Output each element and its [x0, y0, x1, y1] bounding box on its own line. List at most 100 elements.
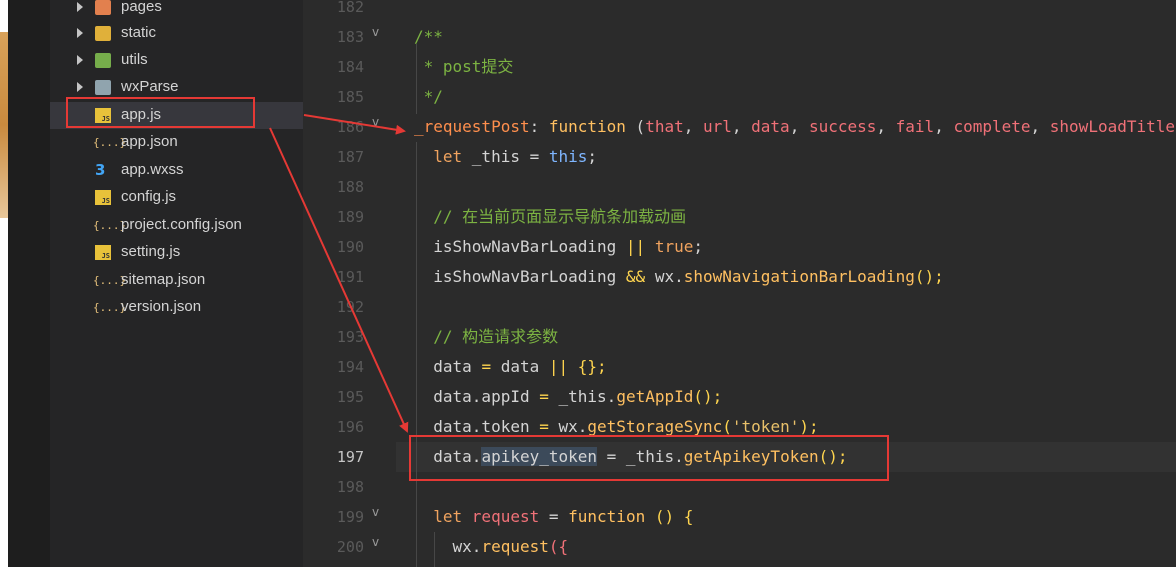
code-token: let — [414, 147, 472, 166]
code-line: data.appId = _this.getAppId(); — [414, 382, 722, 412]
tree-item-config-js[interactable]: JS config.js — [50, 184, 303, 211]
tree-item-label: static — [121, 24, 157, 41]
line-number: 190 — [336, 238, 364, 256]
tree-item-version-json[interactable]: {...} version.json — [50, 294, 303, 321]
code-line: isShowNavBarLoading && wx.showNavigation… — [414, 262, 944, 292]
tree-item-project-config-json[interactable]: {...} project.config.json — [50, 212, 303, 239]
code-token: data — [751, 117, 790, 136]
activity-bar — [8, 0, 50, 567]
fold-chevron-icon[interactable]: v — [372, 505, 379, 519]
code-token: : — [529, 117, 549, 136]
tree-item-label: pages — [121, 0, 162, 15]
line-number: 184 — [336, 58, 364, 76]
code-line: wx.request({ — [414, 532, 569, 562]
code-token: that — [645, 117, 684, 136]
line-number: 188 — [336, 178, 364, 196]
fold-chevron-icon[interactable]: v — [372, 25, 379, 39]
tree-item-sitemap-json[interactable]: {...} sitemap.json — [50, 267, 303, 294]
code-token: success — [808, 117, 877, 136]
tree-item-label: config.js — [121, 188, 177, 205]
json-file-icon: {...} — [93, 301, 127, 314]
js-file-icon: JS — [95, 190, 111, 205]
code-editor[interactable]: /** * post提交 */ _requestPost: function (… — [396, 0, 1176, 567]
code-line: // 在当前页面显示导航条加载动画 — [414, 207, 687, 226]
tree-item-app-json[interactable]: {...} app.json — [50, 129, 303, 156]
tree-item-static[interactable]: static — [50, 20, 303, 47]
code-token: = — [539, 387, 549, 406]
code-token: = — [539, 507, 569, 526]
tree-item-setting-js[interactable]: JS setting.js — [50, 239, 303, 266]
code-token: ( — [625, 117, 646, 136]
tree-item-pages[interactable]: pages — [50, 0, 303, 21]
chevron-right-icon[interactable] — [77, 28, 83, 38]
line-number: 183 — [336, 28, 364, 46]
code-line: isShowNavBarLoading || true; — [414, 232, 703, 262]
json-file-icon: {...} — [93, 274, 127, 287]
code-token: && — [625, 267, 646, 286]
folder-utils-icon — [95, 53, 111, 68]
code-token: , — [1030, 117, 1050, 136]
line-number: 185 — [336, 88, 364, 106]
code-line: // 构造请求参数 — [414, 327, 559, 346]
code-token: showLoadTitle — [1049, 117, 1176, 136]
code-token: fail — [895, 117, 935, 136]
folder-icon — [95, 80, 111, 95]
tree-item-utils[interactable]: utils — [50, 47, 303, 74]
json-file-icon: {...} — [93, 219, 127, 232]
code-token: let — [414, 507, 472, 526]
line-number: 196 — [336, 418, 364, 436]
code-line: /** — [414, 27, 443, 46]
fold-chevron-icon[interactable]: v — [372, 115, 379, 129]
background-window-edge — [0, 0, 8, 567]
code-token: () { — [645, 507, 694, 526]
code-token: , — [876, 117, 896, 136]
code-token: (); — [693, 387, 723, 406]
chevron-right-icon[interactable] — [77, 55, 83, 65]
annotation-box-app-js — [66, 97, 255, 128]
code-token: , — [683, 117, 703, 136]
fold-chevron-icon[interactable]: v — [372, 535, 379, 549]
code-token: ({ — [548, 537, 569, 556]
tree-item-label: utils — [121, 51, 148, 68]
code-token: isShowNavBarLoading — [414, 267, 626, 286]
code-token: {}; — [568, 357, 607, 376]
annotation-box-apikey-line — [409, 435, 889, 481]
file-explorer: pages static utils wxParse JS app.js {...… — [50, 0, 304, 567]
code-token: ; — [693, 237, 703, 256]
tree-item-label: wxParse — [121, 78, 179, 95]
chevron-right-icon[interactable] — [77, 82, 83, 92]
folder-static-icon — [95, 26, 111, 41]
line-number: 189 — [336, 208, 364, 226]
code-line: data = data || {}; — [414, 352, 607, 382]
code-line: * post提交 — [414, 57, 514, 76]
code-token: wx. — [414, 537, 482, 556]
css-file-icon: 3 — [95, 161, 106, 179]
code-token: _this. — [548, 387, 617, 406]
line-number: 186 — [336, 118, 364, 136]
code-token: this — [548, 147, 588, 166]
code-token: ( — [722, 417, 732, 436]
line-number-gutter: 182 183 v 184 185 186 v 187 188 189 190 … — [303, 0, 396, 567]
code-token: true — [654, 237, 694, 256]
chevron-right-icon[interactable] — [77, 2, 83, 12]
line-number: 187 — [336, 148, 364, 166]
code-token: wx. — [548, 417, 588, 436]
code-token: isShowNavBarLoading — [414, 237, 626, 256]
code-token: wx. — [645, 267, 684, 286]
code-line: let request = function () { — [414, 502, 693, 532]
code-token: complete — [953, 117, 1031, 136]
code-token: data.appId — [414, 387, 540, 406]
tree-item-app-wxss[interactable]: 3 app.wxss — [50, 157, 303, 184]
folder-pages-icon — [95, 0, 111, 15]
code-line: _requestPost: function (that, url, data,… — [414, 112, 1175, 142]
code-token: getStorageSync — [587, 417, 723, 436]
line-number: 193 — [336, 328, 364, 346]
code-token: data — [491, 357, 549, 376]
tree-item-label: version.json — [121, 298, 202, 315]
code-token: function — [568, 507, 646, 526]
line-number-active: 197 — [336, 448, 364, 466]
code-token: ; — [587, 147, 598, 166]
code-token: function — [548, 117, 626, 136]
line-number: 182 — [336, 0, 364, 16]
